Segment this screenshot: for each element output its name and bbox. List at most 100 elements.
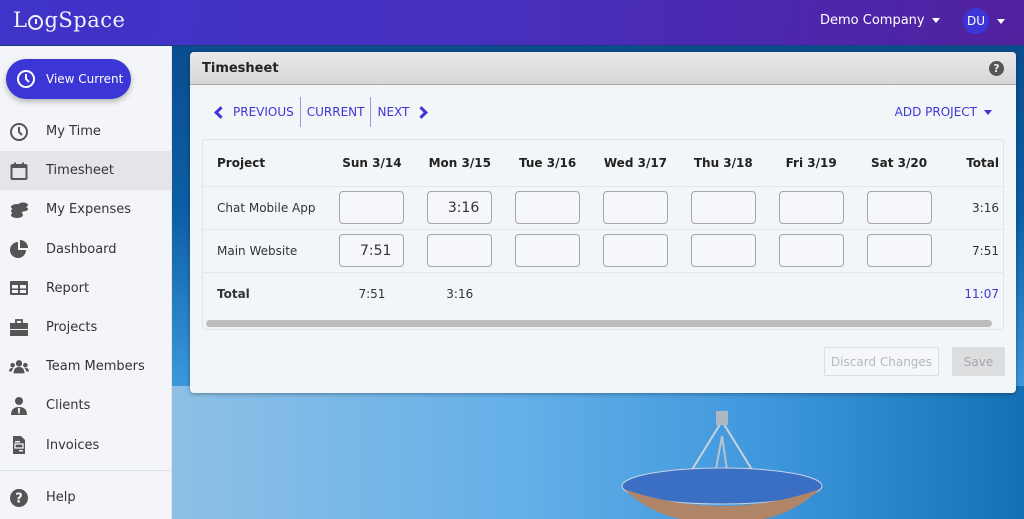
table-icon bbox=[8, 277, 30, 299]
week-navigation: PREVIOUS CURRENT NEXT bbox=[206, 97, 436, 127]
chevron-left-icon bbox=[214, 105, 227, 119]
add-project-label: ADD PROJECT bbox=[894, 105, 977, 119]
calendar-icon bbox=[8, 160, 30, 182]
discard-changes-button[interactable]: Discard Changes bbox=[824, 347, 939, 376]
totals-row: Total 7:51 3:16 11:07 bbox=[203, 272, 1003, 316]
column-header-day: Sat 3/20 bbox=[855, 140, 943, 187]
totals-label: Total bbox=[217, 287, 250, 302]
hours-input[interactable] bbox=[515, 191, 581, 224]
sidebar-item-label: Team Members bbox=[46, 359, 145, 375]
sidebar-item-dashboard[interactable]: Dashboard bbox=[0, 230, 171, 269]
hours-input[interactable] bbox=[339, 234, 405, 267]
caret-down-icon bbox=[997, 18, 1005, 24]
chevron-right-icon bbox=[415, 105, 429, 119]
column-header-day: Tue 3/16 bbox=[503, 140, 592, 187]
invoice-icon bbox=[8, 434, 30, 456]
sidebar-item-label: Projects bbox=[46, 320, 98, 336]
sidebar-item-my-expenses[interactable]: My Expenses bbox=[0, 190, 171, 229]
sidebar-item-help[interactable]: ? Help bbox=[0, 478, 171, 517]
company-name: Demo Company bbox=[820, 13, 925, 28]
svg-text:?: ? bbox=[15, 491, 23, 506]
hours-input[interactable] bbox=[427, 191, 493, 224]
sidebar-item-projects[interactable]: Projects bbox=[0, 308, 171, 347]
column-header-day: Sun 3/14 bbox=[328, 140, 416, 187]
previous-label: PREVIOUS bbox=[233, 105, 294, 119]
users-icon bbox=[8, 356, 30, 378]
current-week-button[interactable]: CURRENT bbox=[301, 97, 371, 127]
sidebar-item-my-time[interactable]: My Time bbox=[0, 112, 171, 151]
briefcase-icon bbox=[8, 317, 30, 339]
hours-input[interactable] bbox=[778, 191, 844, 224]
hours-input[interactable] bbox=[866, 191, 932, 224]
day-total bbox=[679, 272, 767, 316]
table-row: Main Website 7:51 bbox=[203, 229, 1003, 273]
view-current-label: View Current bbox=[46, 72, 124, 86]
column-header-day: Mon 3/15 bbox=[415, 140, 504, 187]
avatar: DU bbox=[963, 8, 989, 34]
timesheet-table-container: Project Sun 3/14 Mon 3/15 Tue 3/16 Wed 3… bbox=[202, 139, 1004, 330]
hours-input[interactable] bbox=[866, 234, 932, 267]
grand-total: 11:07 bbox=[964, 287, 999, 302]
logo-clock-icon bbox=[28, 14, 44, 30]
timesheet-table: Project Sun 3/14 Mon 3/15 Tue 3/16 Wed 3… bbox=[203, 140, 1003, 316]
top-bar: L gSpace Demo Company DU bbox=[0, 0, 1024, 46]
column-header-day: Fri 3/19 bbox=[767, 140, 856, 187]
hours-input[interactable] bbox=[690, 191, 756, 224]
save-button[interactable]: Save bbox=[952, 347, 1005, 376]
caret-down-icon bbox=[984, 109, 992, 115]
logo[interactable]: L gSpace bbox=[13, 8, 125, 32]
sidebar-item-invoices[interactable]: Invoices bbox=[0, 426, 171, 465]
view-current-button[interactable]: View Current bbox=[6, 59, 131, 99]
help-icon[interactable]: ? bbox=[989, 60, 1004, 76]
column-header-day: Wed 3/17 bbox=[591, 140, 680, 187]
pie-chart-icon bbox=[8, 238, 30, 260]
column-header-total: Total bbox=[943, 140, 1003, 187]
logo-text-end: gSpace bbox=[44, 8, 126, 32]
table-row: Chat Mobile App 3:16 bbox=[203, 186, 1003, 230]
table-header-row: Project Sun 3/14 Mon 3/15 Tue 3/16 Wed 3… bbox=[203, 140, 1003, 187]
radio-telescope-image bbox=[621, 411, 823, 519]
panel-header: Timesheet ? bbox=[190, 52, 1016, 85]
horizontal-scrollbar[interactable] bbox=[206, 320, 992, 327]
sidebar-nav: My Time Timesheet My Expenses Dashboard … bbox=[0, 112, 171, 465]
day-total: 3:16 bbox=[446, 287, 474, 302]
sidebar-item-team-members[interactable]: Team Members bbox=[0, 347, 171, 386]
company-selector[interactable]: Demo Company bbox=[820, 13, 940, 28]
hours-input[interactable] bbox=[339, 191, 405, 224]
user-menu[interactable]: DU bbox=[963, 8, 1005, 34]
caret-down-icon bbox=[931, 18, 940, 23]
project-name: Main Website bbox=[203, 229, 328, 273]
clock-icon bbox=[17, 70, 35, 88]
sidebar-item-label: My Expenses bbox=[46, 202, 131, 218]
hours-input[interactable] bbox=[690, 234, 756, 267]
sidebar-item-clients[interactable]: Clients bbox=[0, 386, 171, 425]
previous-week-button[interactable]: PREVIOUS bbox=[206, 97, 300, 127]
column-header-day: Thu 3/18 bbox=[679, 140, 768, 187]
coins-icon bbox=[8, 199, 30, 221]
hours-input[interactable] bbox=[778, 234, 844, 267]
sidebar-item-label: Timesheet bbox=[46, 163, 114, 179]
hours-input[interactable] bbox=[602, 234, 668, 267]
user-tie-icon bbox=[8, 395, 30, 417]
sidebar-divider bbox=[0, 470, 171, 471]
sidebar-item-report[interactable]: Report bbox=[0, 269, 171, 308]
add-project-dropdown[interactable]: ADD PROJECT bbox=[895, 105, 992, 119]
row-total: 7:51 bbox=[943, 229, 1003, 273]
sidebar-item-timesheet[interactable]: Timesheet bbox=[0, 151, 171, 191]
sidebar-item-label: My Time bbox=[46, 124, 101, 140]
hours-input[interactable] bbox=[427, 234, 493, 267]
hours-input[interactable] bbox=[515, 234, 581, 267]
question-circle-icon: ? bbox=[8, 487, 30, 509]
hours-input[interactable] bbox=[602, 191, 668, 224]
day-total bbox=[767, 272, 855, 316]
sidebar-item-label: Report bbox=[46, 280, 90, 296]
sidebar: View Current My Time Timesheet My Expens… bbox=[0, 46, 172, 519]
sidebar-item-label: Help bbox=[46, 490, 76, 506]
clock-icon bbox=[8, 121, 30, 143]
current-label: CURRENT bbox=[306, 105, 365, 119]
sidebar-item-label: Dashboard bbox=[46, 241, 117, 257]
sidebar-item-label: Invoices bbox=[46, 437, 100, 453]
logo-text-start: L bbox=[13, 8, 28, 32]
timesheet-panel: Timesheet ? PREVIOUS CURRENT NEXT ADD PR… bbox=[190, 52, 1016, 393]
next-week-button[interactable]: NEXT bbox=[371, 97, 436, 127]
